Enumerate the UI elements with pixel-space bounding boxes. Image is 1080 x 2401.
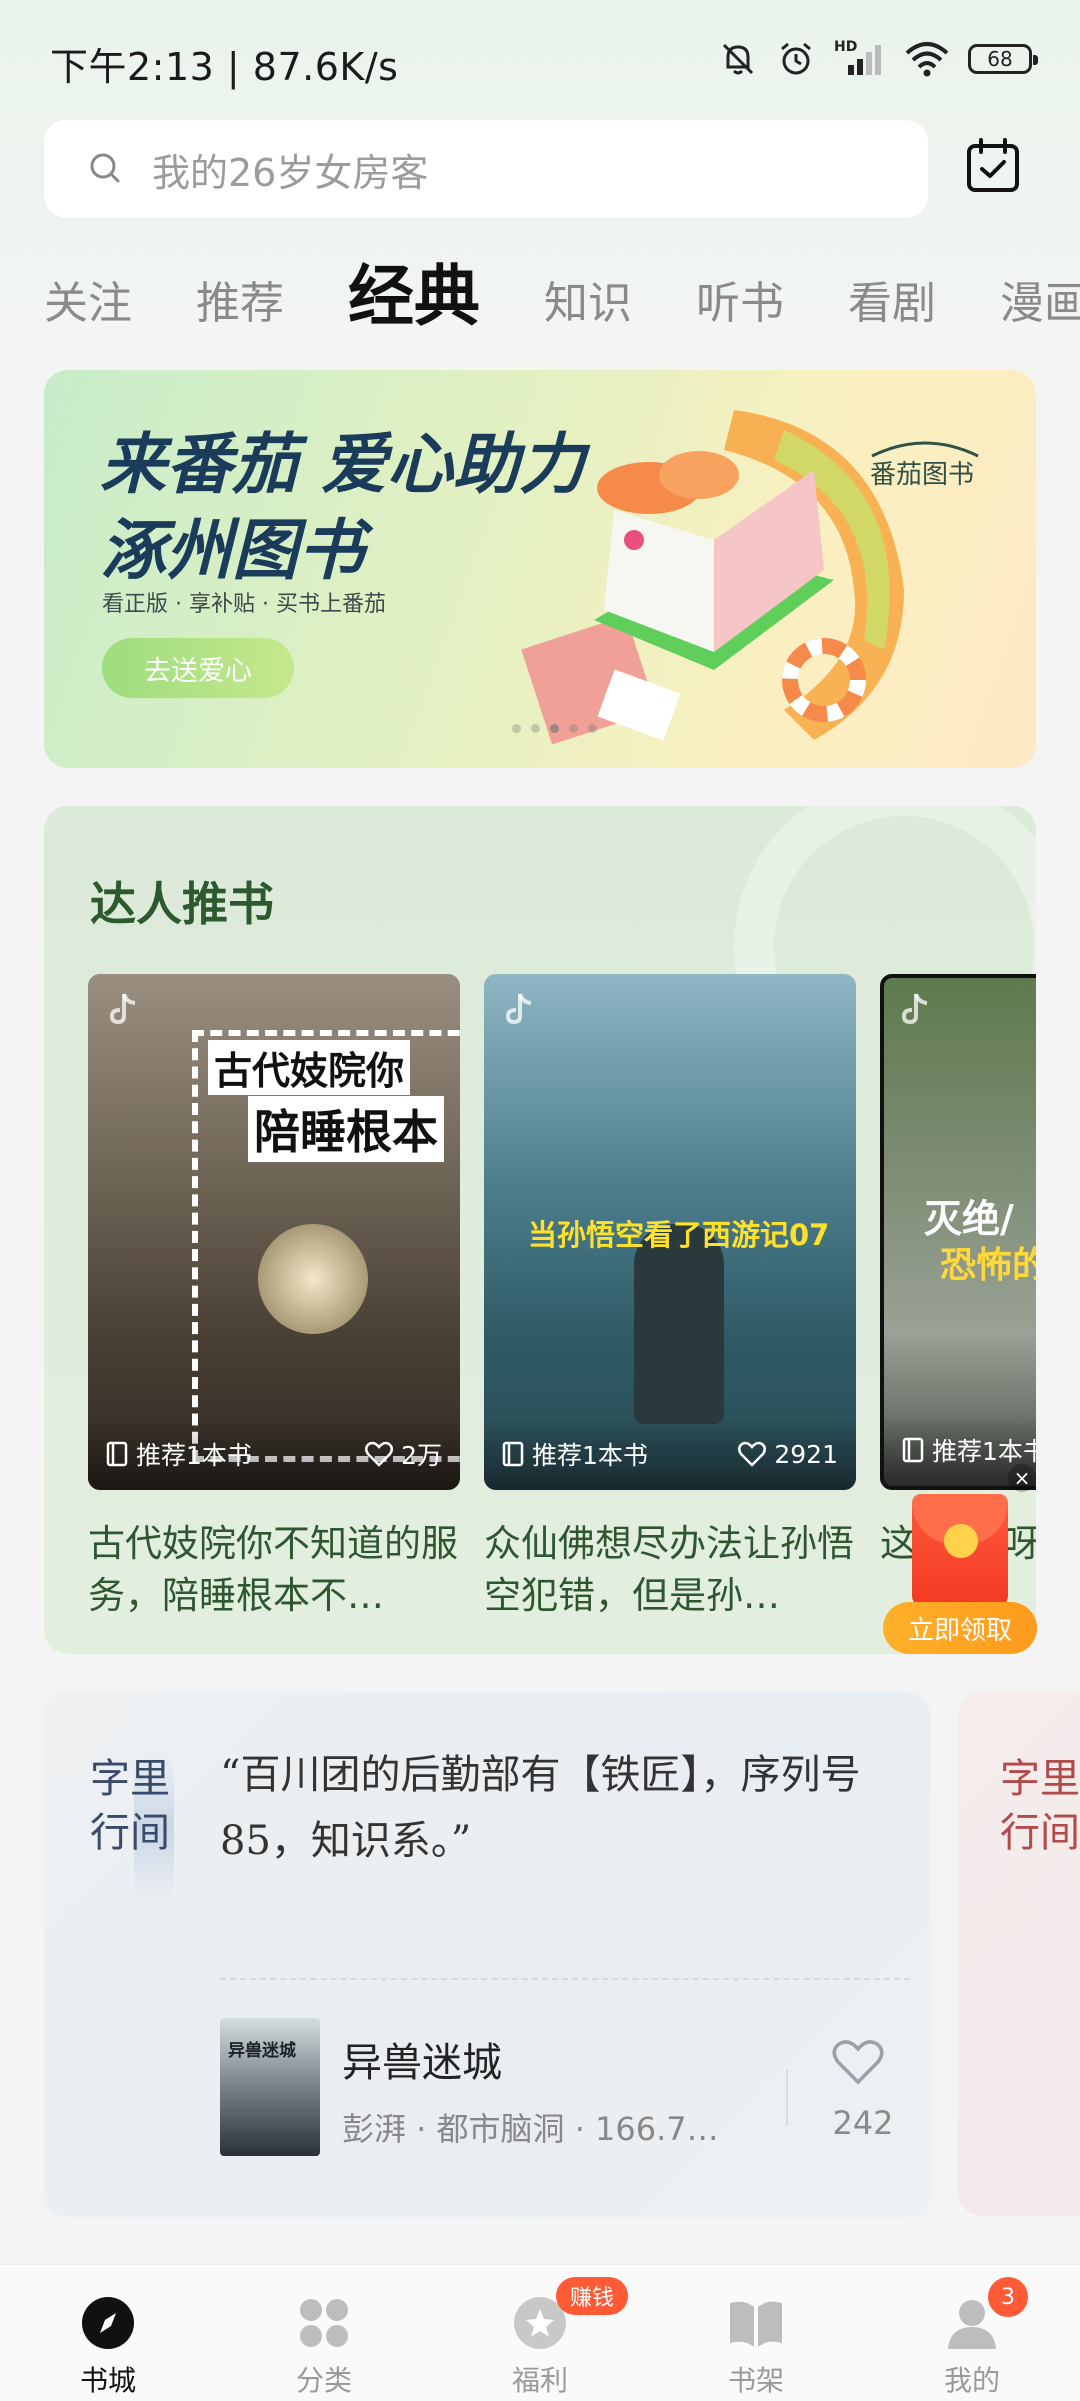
thumbnail-overlay-text: 古代妓院你 — [208, 1040, 411, 1095]
thumbnail-overlay-text: 恐怖的 — [940, 1245, 1036, 1286]
section-title: 达人推书 — [90, 877, 274, 931]
bottom-nav: 书城 分类 福利 赚钱 书架 我的 3 — [0, 2264, 1080, 2401]
category-tabs: 关注 推荐 经典 知识 听书 看剧 漫画 — [44, 246, 1080, 346]
video-stats-bar: 推荐1本书 2921 — [484, 1418, 856, 1490]
nav-bookshelf[interactable]: 书架 — [648, 2265, 864, 2401]
video-caption: 众仙佛想尽办法让孙悟空犯错，但是孙… — [484, 1522, 854, 1617]
douyin-logo-icon — [505, 993, 532, 1025]
open-book-icon — [730, 2301, 782, 2347]
heart-icon — [365, 1441, 394, 1467]
divider — [786, 2070, 788, 2126]
book-cover-title: 异兽迷城 — [228, 2041, 296, 2061]
red-packet-icon[interactable] — [912, 1494, 1008, 1606]
like-count: 242 — [832, 2104, 894, 2142]
mute-bell-icon — [722, 43, 754, 75]
battery-indicator: 68 — [968, 44, 1038, 74]
quote-brand: 字里行间 — [90, 1756, 170, 1856]
quote-brand: 字里行间 — [1000, 1756, 1080, 1856]
quote-card[interactable]: 字里行间 “百川团的后勤部有【铁匠】，序列号85，知识系。” 异兽迷城 异兽迷城… — [44, 1692, 930, 2216]
video-card[interactable]: 当孙悟空看了西游记07 推荐1本书 2921 众仙佛想尽办法让孙悟空犯错，但是孙… — [484, 974, 856, 1622]
book-title[interactable]: 异兽迷城 — [342, 2030, 502, 2088]
grid-icon — [300, 2299, 348, 2347]
earn-badge: 赚钱 — [556, 2277, 628, 2315]
banner-subtitle: 看正版 · 享补贴 · 买书上番茄 — [102, 592, 386, 617]
pagination-dot — [512, 724, 521, 733]
tab-knowledge[interactable]: 知识 — [544, 282, 632, 346]
promo-banner[interactable]: 来番茄 爱心助力 涿州图书 看正版 · 享补贴 · 买书上番茄 去送爱心 番茄图… — [44, 370, 1036, 768]
pagination-dot — [569, 724, 578, 733]
divider — [220, 1978, 910, 1980]
film-reel-decoration — [734, 806, 1036, 986]
claim-now-button[interactable]: 立即领取 — [883, 1602, 1037, 1654]
banner-pagination — [512, 724, 597, 733]
nav-bookstore[interactable]: 书城 — [0, 2265, 216, 2401]
tab-classic[interactable]: 经典 — [348, 264, 480, 346]
nav-label: 分类 — [295, 2364, 352, 2397]
book-icon — [902, 1437, 924, 1463]
alarm-icon — [781, 42, 811, 75]
nav-label: 我的 — [943, 2364, 1000, 2397]
search-input[interactable]: 我的26岁女房客 — [44, 120, 928, 218]
checkin-calendar-button[interactable] — [958, 130, 1028, 200]
close-icon[interactable]: × — [1008, 1464, 1036, 1492]
tab-drama[interactable]: 看剧 — [848, 282, 936, 346]
signal-icon: HD — [834, 39, 886, 79]
book-cover[interactable]: 异兽迷城 — [220, 2018, 320, 2156]
thumbnail-overlay-text: 当孙悟空看了西游记07 — [528, 1218, 830, 1252]
thumbnail-glow — [258, 1224, 368, 1334]
nav-label: 书架 — [727, 2364, 784, 2397]
thumbnail-figure — [634, 1224, 724, 1424]
status-time: 下午2:13 | 87.6K/s — [50, 45, 399, 89]
thumbnail-overlay-text: 陪睡根本 — [248, 1096, 444, 1162]
quote-card-next[interactable]: 字里行间 — [958, 1692, 1080, 2216]
banner-donate-button[interactable]: 去送爱心 — [102, 638, 294, 698]
pagination-dot — [588, 724, 597, 733]
nav-label: 书城 — [79, 2364, 136, 2397]
compass-icon — [82, 2297, 134, 2349]
book-icon — [106, 1441, 128, 1467]
douyin-logo-icon — [109, 993, 136, 1025]
like-count: 2921 — [774, 1439, 838, 1469]
tab-recommend[interactable]: 推荐 — [196, 282, 284, 346]
tab-comic[interactable]: 漫画 — [1000, 282, 1080, 346]
heart-icon — [738, 1441, 767, 1467]
video-card[interactable]: 古代妓院你 陪睡根本 推荐1本书 2万 古代妓院你不知道的服务，陪睡根本不… — [88, 974, 460, 1622]
heart-icon[interactable] — [832, 2038, 884, 2086]
thumbnail-overlay-text: 灭绝/ — [924, 1197, 1014, 1241]
influencer-recommend-section: 达人推书 古代妓院你 陪睡根本 推荐1本书 2万 古代妓院你不知道的服务，陪睡根… — [44, 806, 1036, 1654]
nav-category[interactable]: 分类 — [216, 2265, 432, 2401]
tab-audiobook[interactable]: 听书 — [696, 282, 784, 346]
recommend-count: 推荐1本书 — [136, 1441, 252, 1470]
red-packet-coin — [944, 1524, 978, 1558]
video-thumbnail[interactable]: 当孙悟空看了西游记07 推荐1本书 2921 — [484, 974, 856, 1490]
search-placeholder: 我的26岁女房客 — [152, 150, 429, 195]
douyin-logo-icon — [901, 993, 928, 1025]
notification-badge: 3 — [988, 2277, 1028, 2317]
wifi-icon — [905, 42, 949, 77]
video-stats-bar: 推荐1本书 2万 — [88, 1418, 460, 1490]
tab-follow[interactable]: 关注 — [44, 282, 132, 346]
recommend-count: 推荐1本书 — [932, 1437, 1036, 1466]
nav-profile[interactable]: 我的 3 — [864, 2265, 1080, 2401]
like-count: 2万 — [401, 1441, 442, 1470]
video-thumbnail[interactable]: 古代妓院你 陪睡根本 推荐1本书 2万 — [88, 974, 460, 1490]
video-caption: 古代妓院你不知道的服务，陪睡根本不… — [88, 1522, 458, 1617]
book-meta: 彭湃 · 都市脑洞 · 166.7万… — [342, 2110, 742, 2148]
quote-text: “百川团的后勤部有【铁匠】，序列号85，知识系。” — [220, 1752, 861, 1864]
book-icon — [502, 1441, 524, 1467]
nav-welfare[interactable]: 福利 赚钱 — [432, 2265, 648, 2401]
nav-label: 福利 — [511, 2364, 568, 2397]
open-book-illustration — [521, 410, 904, 745]
search-icon — [90, 153, 120, 183]
pagination-dot — [531, 724, 540, 733]
calendar-check-icon — [967, 138, 1019, 192]
pagination-dot-active — [550, 724, 559, 733]
recommend-count: 推荐1本书 — [532, 1441, 648, 1470]
status-icons: HD 68 — [718, 34, 1038, 84]
video-thumbnail[interactable]: 灭绝/ 恐怖的 推荐1本书 — [880, 974, 1036, 1490]
